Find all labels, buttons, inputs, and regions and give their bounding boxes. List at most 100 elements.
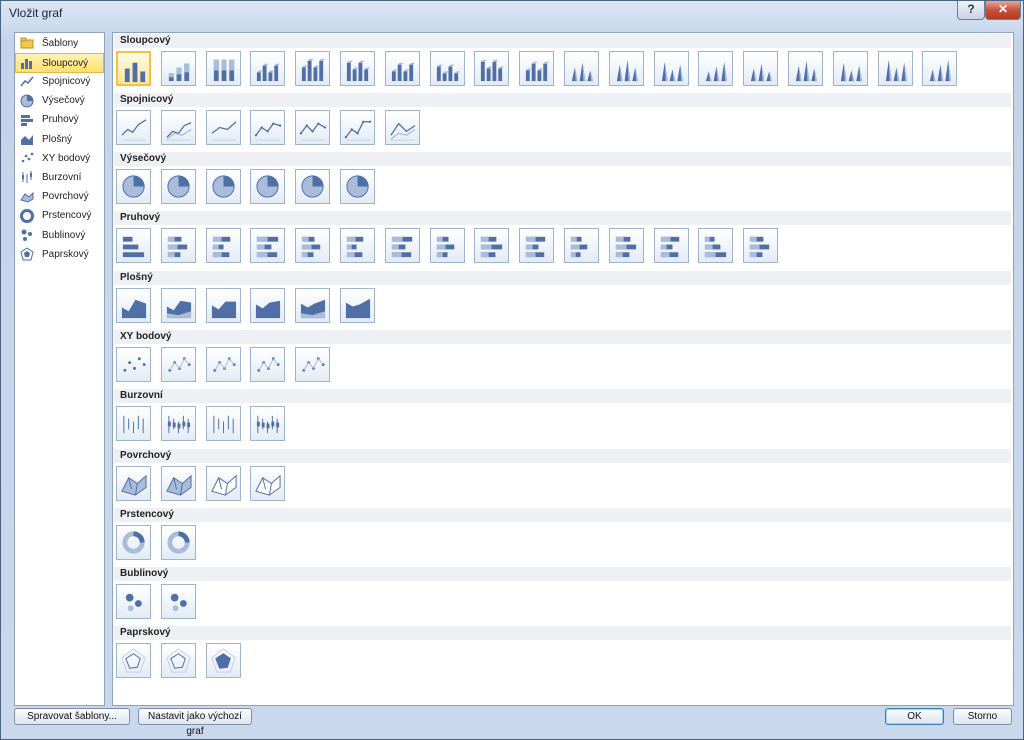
column-chart-option-12[interactable] <box>608 51 644 86</box>
bar-chart-option-6[interactable] <box>340 228 375 263</box>
line-chart-option-3[interactable] <box>205 110 241 145</box>
cancel-button[interactable]: Storno <box>953 708 1012 725</box>
nav-item-scatter[interactable]: XY bodový <box>16 149 103 167</box>
column-chart-option-13[interactable] <box>653 51 689 86</box>
pie-chart-option-4[interactable] <box>250 169 286 204</box>
line-chart-option-7[interactable] <box>384 110 420 145</box>
column-chart-option-1[interactable] <box>116 51 151 86</box>
column-chart-option-10[interactable] <box>519 51 555 86</box>
surface-chart-option-2[interactable] <box>160 466 196 501</box>
nav-item-bar[interactable]: Pruhový <box>16 111 103 129</box>
radar-chart-option-2[interactable] <box>160 643 196 678</box>
nav-item-surface[interactable]: Povrchový <box>16 188 103 206</box>
nav-item-column[interactable]: Sloupcový <box>15 53 104 74</box>
bubble-chart-option-2[interactable] <box>160 584 196 619</box>
column-chart-option-3[interactable] <box>205 51 241 86</box>
nav-item-stock[interactable]: Burzovní <box>16 168 103 186</box>
scatter-chart-option-4[interactable] <box>250 347 286 382</box>
nav-item-area[interactable]: Plošný <box>16 130 103 148</box>
line-chart-option-1[interactable] <box>116 110 151 145</box>
manage-templates-button[interactable]: Spravovat šablony... <box>14 708 130 725</box>
line-chart-option-2[interactable] <box>160 110 196 145</box>
nav-item-bubble[interactable]: Bublinový <box>16 226 103 244</box>
bar-chart-option-9[interactable] <box>474 228 510 263</box>
surface-chart-option-4[interactable] <box>250 466 286 501</box>
bar-chart-option-12[interactable] <box>608 228 644 263</box>
scatter-chart-thumbnail-icon <box>123 357 146 372</box>
doughnut-chart-option-2[interactable] <box>160 525 196 560</box>
surface-chart-option-3[interactable] <box>205 466 241 501</box>
nav-item-doughnut[interactable]: Prstencový <box>16 207 103 225</box>
bar-chart-option-4[interactable] <box>250 228 286 263</box>
pie-chart-option-2[interactable] <box>160 169 196 204</box>
area-chart-option-2[interactable] <box>160 288 196 323</box>
surface-chart-thumbnail-icon <box>166 474 192 496</box>
column-chart-option-14[interactable] <box>698 51 734 86</box>
column-chart-option-7[interactable] <box>384 51 420 86</box>
set-default-chart-button[interactable]: Nastavit jako výchozí graf <box>138 708 252 737</box>
stock-chart-option-2[interactable] <box>160 406 196 441</box>
column-chart-option-9[interactable] <box>474 51 510 86</box>
pie-chart-option-3[interactable] <box>205 169 241 204</box>
column-chart-option-16[interactable] <box>788 51 823 86</box>
pie-chart-option-6[interactable] <box>340 169 375 204</box>
area-chart-option-4[interactable] <box>250 288 286 323</box>
scatter-chart-option-3[interactable] <box>205 347 241 382</box>
nav-item-line[interactable]: Spojnicový <box>16 72 103 90</box>
stock-chart-option-1[interactable] <box>116 406 151 441</box>
pie-chart-option-1[interactable] <box>116 169 151 204</box>
bar-chart-option-13[interactable] <box>653 228 689 263</box>
column-chart-option-5[interactable] <box>295 51 331 86</box>
column-chart-option-6[interactable] <box>340 51 375 86</box>
doughnut-chart-option-1[interactable] <box>116 525 151 560</box>
dialog-title: Vložit graf <box>9 6 63 20</box>
bar-chart-thumbnail-icon <box>481 236 503 258</box>
bar-chart-option-15[interactable] <box>743 228 779 263</box>
line-chart-option-6[interactable] <box>340 110 375 145</box>
surface-chart-thumbnail-icon <box>255 474 281 496</box>
scatter-chart-icon <box>20 151 34 165</box>
stock-chart-option-4[interactable] <box>250 406 286 441</box>
bar-chart-option-1[interactable] <box>116 228 151 263</box>
column-chart-option-4[interactable] <box>250 51 286 86</box>
pie-chart-option-5[interactable] <box>295 169 331 204</box>
column-chart-option-17[interactable] <box>832 51 868 86</box>
line-chart-option-4[interactable] <box>250 110 286 145</box>
scatter-chart-option-5[interactable] <box>295 347 331 382</box>
area-chart-thumbnail-icon <box>345 298 371 319</box>
bar-chart-option-7[interactable] <box>384 228 420 263</box>
column-chart-option-19[interactable] <box>922 51 958 86</box>
bar-chart-option-5[interactable] <box>295 228 331 263</box>
radar-chart-option-1[interactable] <box>116 643 151 678</box>
bar-chart-option-8[interactable] <box>429 228 465 263</box>
bubble-chart-option-1[interactable] <box>116 584 151 619</box>
scatter-chart-option-2[interactable] <box>160 347 196 382</box>
column-chart-option-18[interactable] <box>877 51 913 86</box>
column-chart-option-15[interactable] <box>743 51 779 86</box>
nav-item-label: Výsečový <box>42 95 85 107</box>
area-chart-option-1[interactable] <box>116 288 151 323</box>
column-chart-option-8[interactable] <box>429 51 465 86</box>
ok-button[interactable]: OK <box>885 708 944 725</box>
area-chart-option-5[interactable] <box>295 288 331 323</box>
line-chart-option-5[interactable] <box>295 110 331 145</box>
column-chart-option-2[interactable] <box>160 51 196 86</box>
nav-item-templates[interactable]: Šablony <box>16 34 103 52</box>
bar-chart-option-2[interactable] <box>160 228 196 263</box>
nav-item-pie[interactable]: Výsečový <box>16 92 103 110</box>
area-chart-option-3[interactable] <box>205 288 241 323</box>
stock-chart-option-3[interactable] <box>205 406 241 441</box>
area-chart-option-6[interactable] <box>340 288 375 323</box>
surface-chart-option-1[interactable] <box>116 466 151 501</box>
bar-chart-option-3[interactable] <box>205 228 241 263</box>
bar-chart-option-10[interactable] <box>519 228 555 263</box>
bar-chart-option-11[interactable] <box>564 228 599 263</box>
bar-chart-option-14[interactable] <box>698 228 734 263</box>
radar-chart-option-3[interactable] <box>205 643 241 678</box>
nav-item-radar[interactable]: Paprskový <box>16 245 103 263</box>
help-button[interactable]: ? <box>957 1 985 20</box>
scatter-chart-option-1[interactable] <box>116 347 151 382</box>
column-chart-option-11[interactable] <box>564 51 599 86</box>
doughnut-chart-thumbnail-icon <box>167 531 190 554</box>
close-button[interactable]: ✕ <box>985 1 1021 20</box>
